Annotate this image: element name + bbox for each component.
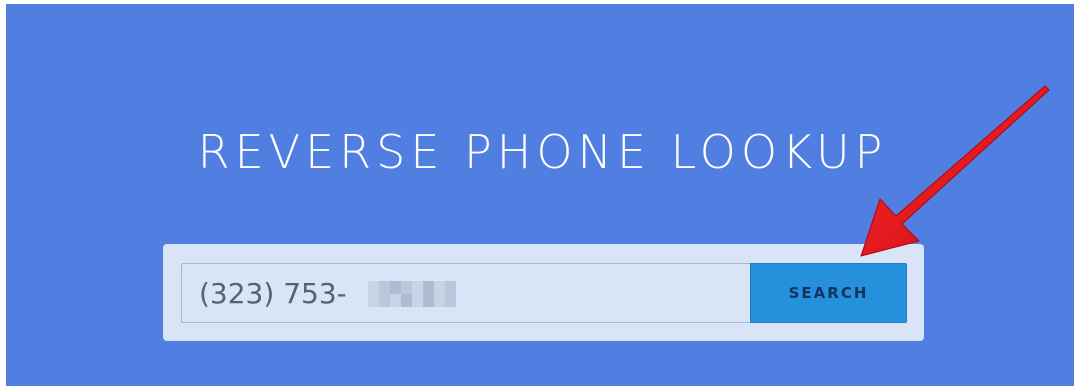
search-panel: SEARCH <box>163 244 924 341</box>
phone-number-input[interactable] <box>181 263 750 323</box>
page-title: REVERSE PHONE LOOKUP <box>197 125 888 179</box>
redacted-digits <box>368 281 456 307</box>
search-button[interactable]: SEARCH <box>750 263 907 323</box>
hero-banner: REVERSE PHONE LOOKUP SEARCH <box>6 4 1074 386</box>
